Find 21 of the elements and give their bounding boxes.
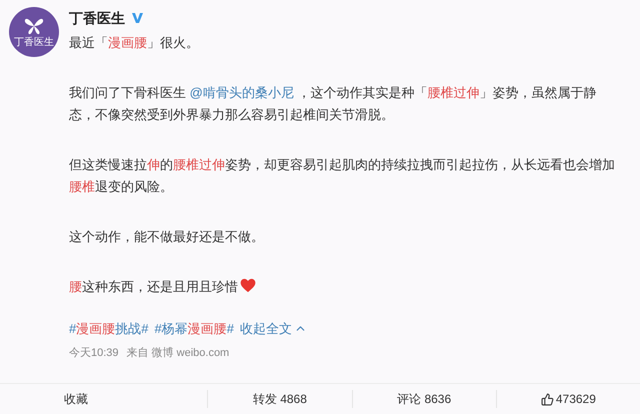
mention-link[interactable]: @啃骨头的桑小尼 (190, 85, 294, 100)
post-paragraph: 我们问了下骨科医生 @啃骨头的桑小尼 ，这个动作其实是种「腰椎过伸」姿势，虽然属于静态，不像突然受到外界暴力那么容易引起椎间关节滑脱。 (69, 84, 598, 124)
action-button[interactable]: 收藏 (64, 390, 88, 408)
avatar[interactable]: 丁香医生 (9, 7, 59, 57)
like-button[interactable]: 473629 (540, 390, 596, 408)
heart-icon (240, 278, 256, 293)
action-button[interactable]: 转发 4868 (252, 390, 307, 408)
topic-link[interactable]: #杨幂漫画腰# (154, 319, 234, 338)
thumbs-up-icon (540, 392, 554, 406)
post-paragraph: 最近「漫画腰」很火。 (69, 34, 200, 52)
topic-link[interactable]: #漫画腰挑战# (69, 319, 148, 338)
butterfly-icon (23, 16, 45, 36)
post-paragraph: 但这类慢速拉伸的腰椎过伸姿势，却更容易引起肌肉的持续拉拽而引起拉伤，从长远看也会增加 腰椎退变的风险。 (69, 156, 616, 196)
post-source: 来自 微博 weibo.com (126, 346, 230, 360)
post-paragraph: 这个动作，能不做最好还是不做。 (69, 228, 265, 246)
avatar-label: 丁香医生 (14, 38, 54, 48)
account-name[interactable]: 丁香医生 (69, 8, 125, 28)
action-button[interactable]: 评论 8636 (397, 390, 452, 408)
post-paragraph: 腰这种东西，还是且用且珍惜 (69, 276, 622, 298)
post-time: 今天10:39 (69, 346, 119, 360)
collapse-link[interactable]: 收起全文 (240, 319, 307, 338)
